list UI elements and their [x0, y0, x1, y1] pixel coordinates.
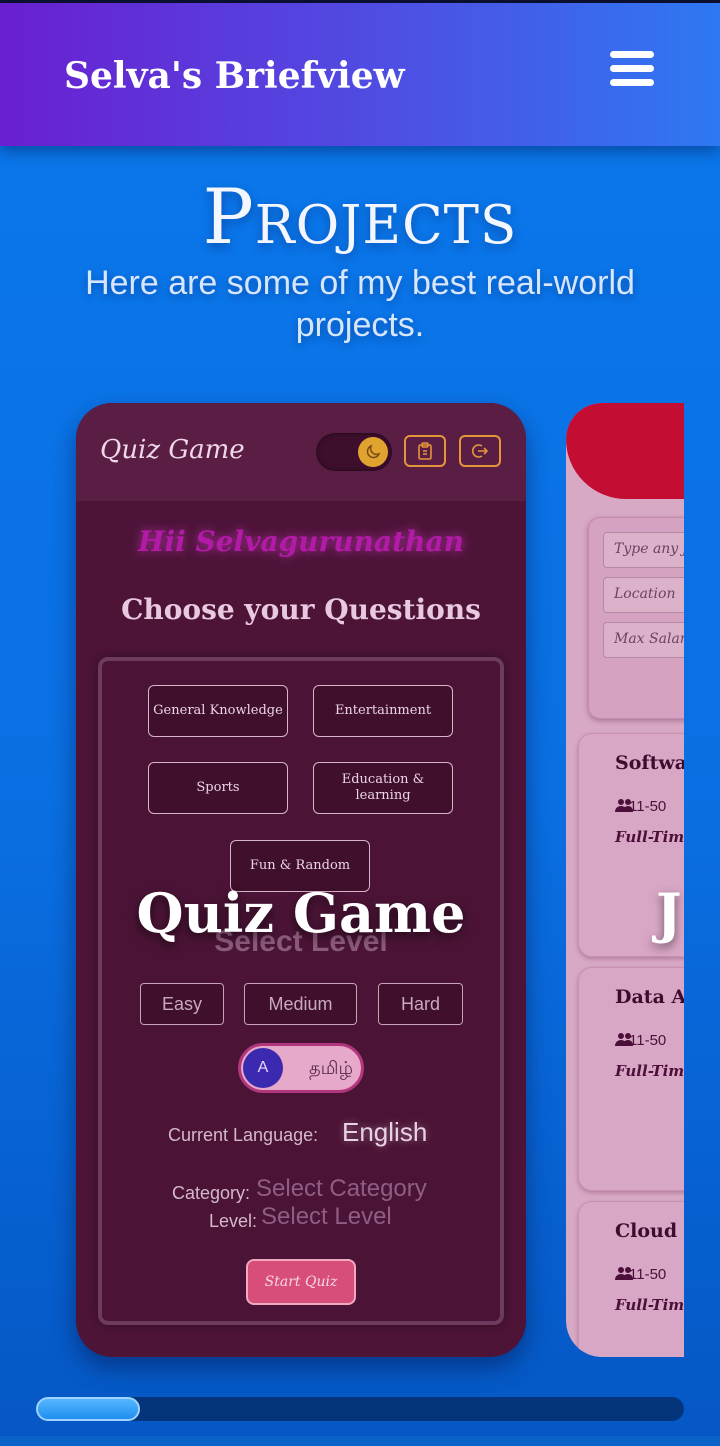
project-card-quiz-game[interactable]: Quiz Game Hii Selvagurunathan Choose you…	[76, 403, 526, 1357]
category-label: Category:	[172, 1183, 251, 1203]
job-type: Full-Tim	[615, 1062, 684, 1080]
current-language-label: Current Language:	[168, 1125, 319, 1145]
category-button[interactable]: Education & learning	[313, 762, 453, 814]
level-value: Select Level	[261, 1203, 392, 1230]
job-list-item[interactable]: Data A 11-50 Full-Tim	[578, 967, 684, 1191]
category-button[interactable]: Sports	[148, 762, 288, 814]
job-list-item[interactable]: Cloud E 11-50 Full-Tim	[578, 1201, 684, 1357]
section-subtitle: Here are some of my best real-world proj…	[85, 264, 635, 344]
language-toggle-alt: தமிழ்	[309, 1058, 353, 1078]
job-title: Softwar	[615, 752, 684, 774]
job-keyword-input[interactable]: Type any jo	[603, 532, 684, 568]
level-label: Level:	[209, 1211, 258, 1231]
job-location-input[interactable]: Location	[603, 577, 684, 613]
carousel-scroll-thumb[interactable]	[36, 1397, 140, 1421]
brand-title[interactable]: Selva's Briefview	[64, 55, 405, 97]
company-size: 11-50	[629, 798, 667, 815]
company-size: 11-50	[629, 1032, 667, 1049]
project-overlay-title: Quiz Game	[136, 881, 466, 945]
project-card-job-portal[interactable]: Type any jo Location Max Salar Softwar 1…	[566, 403, 684, 1357]
job-card-header-shape	[566, 403, 684, 499]
theme-toggle[interactable]	[316, 433, 392, 471]
clipboard-icon[interactable]	[404, 435, 446, 467]
top-navbar: Selva's Briefview	[0, 0, 720, 146]
job-type: Full-Tim	[615, 828, 684, 846]
quiz-app-header: Quiz Game	[76, 403, 526, 501]
language-toggle-knob: A	[243, 1048, 283, 1088]
level-button-hard[interactable]: Hard	[378, 983, 463, 1025]
category-button[interactable]: Entertainment	[313, 685, 453, 737]
carousel-scrollbar[interactable]	[36, 1397, 684, 1421]
job-type: Full-Tim	[615, 1296, 684, 1314]
language-toggle[interactable]: A தமிழ்	[238, 1043, 364, 1093]
job-card-body: Type any jo Location Max Salar Softwar 1…	[566, 403, 684, 1357]
greeting-text: Hii Selvagurunathan	[138, 525, 464, 558]
hamburger-menu-icon[interactable]	[610, 51, 654, 91]
job-title: Data A	[615, 986, 684, 1008]
job-search-form: Type any jo Location Max Salar	[588, 517, 684, 719]
project-overlay-title: J	[656, 881, 682, 945]
quiz-app-title: Quiz Game	[100, 435, 245, 465]
company-size: 11-50	[629, 1266, 667, 1283]
current-language-value: English	[342, 1117, 428, 1147]
logout-icon[interactable]	[459, 435, 501, 467]
job-title: Cloud E	[615, 1220, 684, 1242]
category-button[interactable]: General Knowledge	[148, 685, 288, 737]
section-title: Projects	[202, 172, 518, 261]
level-button-easy[interactable]: Easy	[140, 983, 224, 1025]
start-quiz-button[interactable]: Start Quiz	[246, 1259, 356, 1305]
level-button-medium[interactable]: Medium	[244, 983, 357, 1025]
bottom-edge	[0, 1436, 720, 1446]
job-salary-input[interactable]: Max Salar	[603, 622, 684, 658]
choose-questions-heading: Choose your Questions	[121, 593, 481, 626]
category-value: Select Category	[256, 1175, 427, 1202]
moon-icon	[358, 437, 388, 467]
